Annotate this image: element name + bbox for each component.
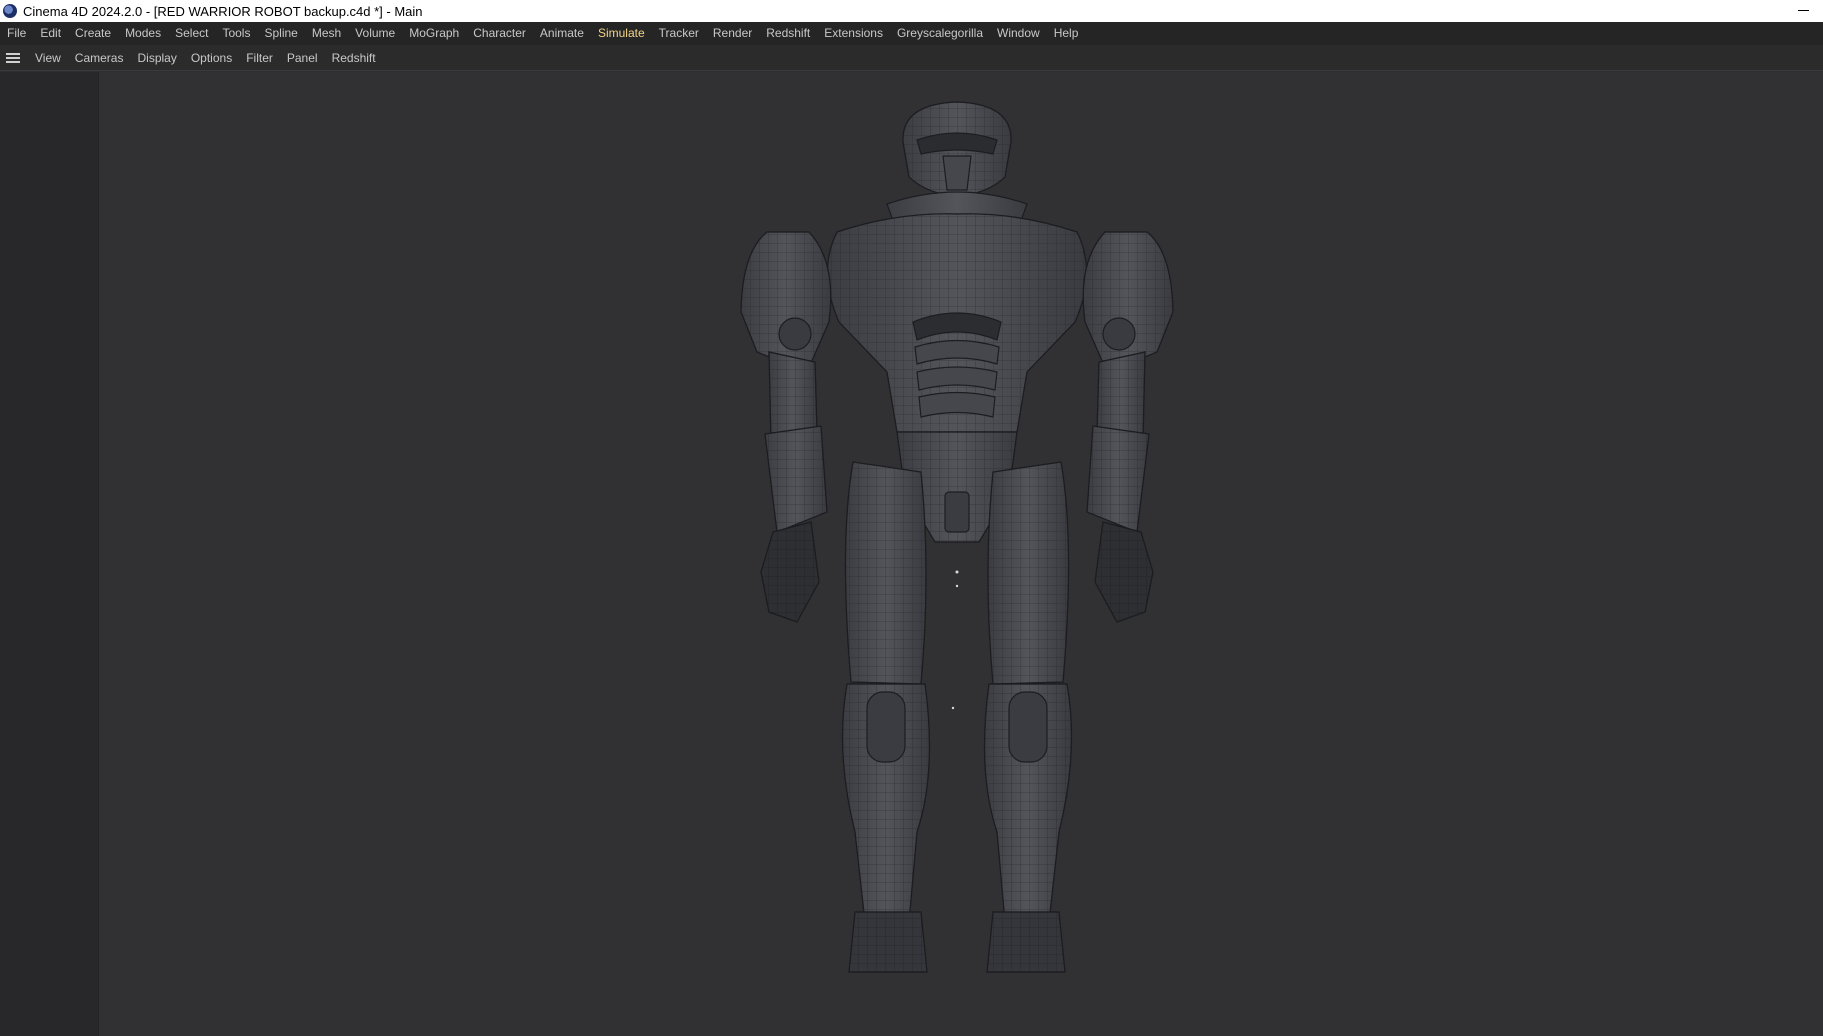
menu-file[interactable]: File xyxy=(0,22,33,45)
robot-head xyxy=(902,101,1012,197)
menu-simulate[interactable]: Simulate xyxy=(591,22,652,45)
viewport-menu-cameras[interactable]: Cameras xyxy=(68,45,131,71)
robot-torso xyxy=(826,213,1088,433)
menu-tools[interactable]: Tools xyxy=(215,22,257,45)
menu-mograph[interactable]: MoGraph xyxy=(402,22,466,45)
window-title: Cinema 4D 2024.2.0 - [RED WARRIOR ROBOT … xyxy=(23,3,423,19)
cinema4d-app-icon xyxy=(3,4,17,18)
menu-select[interactable]: Select xyxy=(168,22,215,45)
menu-create[interactable]: Create xyxy=(68,22,118,45)
viewport-menu-redshift[interactable]: Redshift xyxy=(325,45,383,71)
robot-wireframe-model xyxy=(740,101,1174,973)
viewport-menu-view[interactable]: View xyxy=(28,45,68,71)
viewport-menu-panel[interactable]: Panel xyxy=(280,45,325,71)
minimize-icon[interactable] xyxy=(1795,2,1811,18)
menu-volume[interactable]: Volume xyxy=(348,22,402,45)
title-bar: Cinema 4D 2024.2.0 - [RED WARRIOR ROBOT … xyxy=(0,0,1823,22)
left-tool-panel xyxy=(0,72,99,1036)
menu-extensions[interactable]: Extensions xyxy=(817,22,890,45)
viewport-menu-filter[interactable]: Filter xyxy=(239,45,280,71)
menu-help[interactable]: Help xyxy=(1047,22,1086,45)
viewport-menu-display[interactable]: Display xyxy=(130,45,183,71)
menu-window[interactable]: Window xyxy=(990,22,1047,45)
viewport-menu-bar: View Cameras Display Options Filter Pane… xyxy=(0,45,1823,71)
menu-greyscalegorilla[interactable]: Greyscalegorilla xyxy=(890,22,990,45)
viewport-menu-options[interactable]: Options xyxy=(184,45,239,71)
menu-tracker[interactable]: Tracker xyxy=(652,22,706,45)
menu-spline[interactable]: Spline xyxy=(257,22,304,45)
main-menu-bar: File Edit Create Modes Select Tools Spli… xyxy=(0,22,1823,45)
menu-edit[interactable]: Edit xyxy=(33,22,68,45)
menu-mesh[interactable]: Mesh xyxy=(305,22,348,45)
menu-character[interactable]: Character xyxy=(466,22,533,45)
3d-viewport[interactable] xyxy=(99,72,1823,1036)
menu-modes[interactable]: Modes xyxy=(118,22,168,45)
menu-animate[interactable]: Animate xyxy=(533,22,591,45)
hamburger-menu-icon[interactable] xyxy=(6,52,20,63)
menu-render[interactable]: Render xyxy=(706,22,759,45)
menu-redshift[interactable]: Redshift xyxy=(759,22,817,45)
